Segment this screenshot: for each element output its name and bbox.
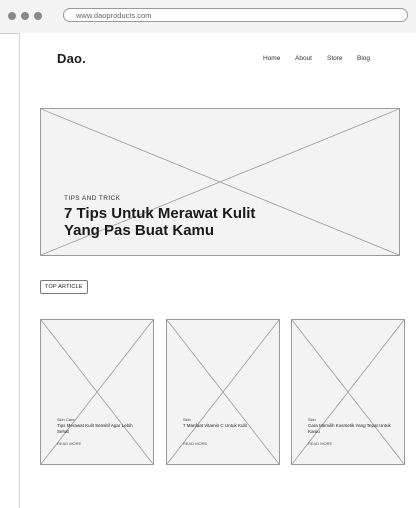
article-card[interactable]: Skin Care Tips Merawat Kulit Sensitif Ag… <box>40 319 154 465</box>
card-title[interactable]: Tips Merawat Kulit Sensitif Agar Lebih S… <box>57 423 141 434</box>
window-maximize-dot-icon[interactable] <box>34 12 42 20</box>
card-read-more-link[interactable]: READ MORE <box>308 441 332 446</box>
card-read-more-link[interactable]: READ MORE <box>183 441 207 446</box>
card-category: Skin <box>308 417 316 422</box>
nav-store-link[interactable]: Store <box>327 55 343 62</box>
article-card[interactable]: Skin 7 Manfaat Vitamin C Untuk Kulit REA… <box>166 319 280 465</box>
top-article-tag: TOP ARTICLE <box>40 280 88 294</box>
browser-toolbar: www.daoproducts.com <box>0 0 416 34</box>
card-category: Skin Care <box>57 417 75 422</box>
window-close-dot-icon[interactable] <box>8 12 16 20</box>
window-minimize-dot-icon[interactable] <box>21 12 29 20</box>
nav-blog-link[interactable]: Blog <box>357 55 370 62</box>
card-title[interactable]: 7 Manfaat Vitamin C Untuk Kulit <box>183 423 267 429</box>
card-title[interactable]: Cara Memilih Kosmetik Yang Tepat Untuk K… <box>308 423 392 434</box>
nav-home-link[interactable]: Home <box>263 55 280 62</box>
nav-about-link[interactable]: About <box>295 55 312 62</box>
card-read-more-link[interactable]: READ MORE <box>57 441 81 446</box>
hero-banner[interactable]: TIPS AND TRICK 7 Tips Untuk Merawat Kuli… <box>40 108 400 256</box>
site-logo[interactable]: Dao. <box>57 51 86 66</box>
article-card[interactable]: Skin Cara Memilih Kosmetik Yang Tepat Un… <box>291 319 405 465</box>
hero-kicker: TIPS AND TRICK <box>64 195 121 202</box>
address-bar[interactable]: www.daoproducts.com <box>63 8 408 22</box>
card-category: Skin <box>183 417 191 422</box>
hero-title[interactable]: 7 Tips Untuk Merawat Kulit Yang Pas Buat… <box>64 205 284 239</box>
